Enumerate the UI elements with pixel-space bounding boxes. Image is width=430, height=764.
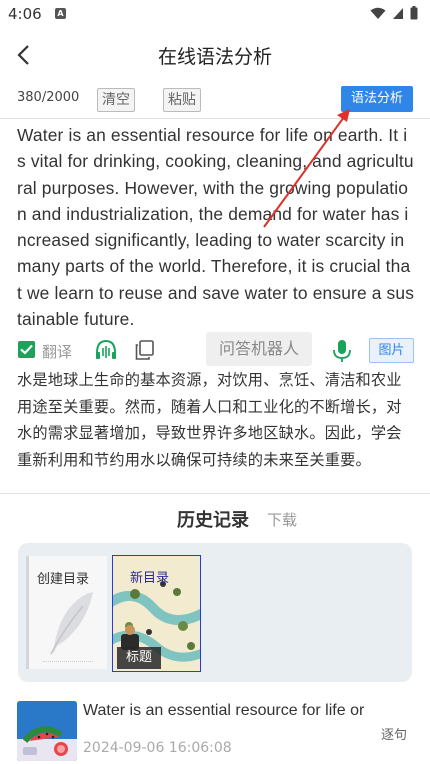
divider: [0, 118, 430, 119]
microphone-icon[interactable]: [332, 339, 354, 362]
divider: [0, 493, 430, 494]
status-time: 4:06: [8, 5, 42, 23]
card-label: 创建目录: [37, 572, 90, 587]
paste-button[interactable]: 粘贴: [163, 88, 201, 112]
image-button[interactable]: 图片: [369, 338, 414, 363]
card-label: 新目录: [130, 571, 170, 586]
analyze-button[interactable]: 语法分析: [341, 86, 413, 112]
translate-checkbox[interactable]: [18, 341, 35, 358]
history-title: 历史记录: [177, 510, 249, 531]
signal-icon: [393, 7, 403, 19]
record-date: 2024-09-06 16:06:08: [83, 740, 232, 756]
feather-icon: [50, 592, 93, 655]
translate-label: 翻译: [42, 343, 73, 361]
download-link[interactable]: 下载: [267, 509, 297, 530]
folder-card[interactable]: 新目录 标题: [112, 555, 201, 672]
record-thumbnail[interactable]: [17, 701, 77, 761]
copy-icon[interactable]: [134, 339, 156, 361]
ask-robot-button[interactable]: 问答机器人: [206, 332, 312, 366]
wifi-icon: [370, 7, 386, 19]
char-count: 380/2000: [17, 90, 80, 105]
text-input[interactable]: Water is an essential resource for life …: [17, 122, 415, 332]
translation-text: 水是地球上生命的基本资源，对饮用、烹饪、清洁和农业用途至关重要。然而，随着人口和…: [17, 371, 402, 469]
battery-icon: [410, 6, 418, 20]
clear-button[interactable]: 清空: [97, 88, 135, 112]
create-folder-card[interactable]: 创建目录: [26, 556, 107, 669]
notification-icon: A: [55, 8, 66, 19]
listen-icon[interactable]: [94, 339, 116, 361]
watermelon-thumbnail-image: [17, 701, 77, 761]
back-arrow-icon: [17, 45, 29, 65]
status-icons: [370, 6, 418, 20]
record-mode: 逐句: [381, 728, 408, 743]
status-bar: 4:06 A: [0, 0, 430, 28]
checkmark-icon: [20, 344, 33, 355]
record-text[interactable]: Water is an essential resource for life …: [83, 702, 383, 720]
back-button[interactable]: [14, 42, 34, 68]
page-title: 在线语法分析: [157, 46, 272, 68]
card-tag: 标题: [117, 647, 161, 669]
